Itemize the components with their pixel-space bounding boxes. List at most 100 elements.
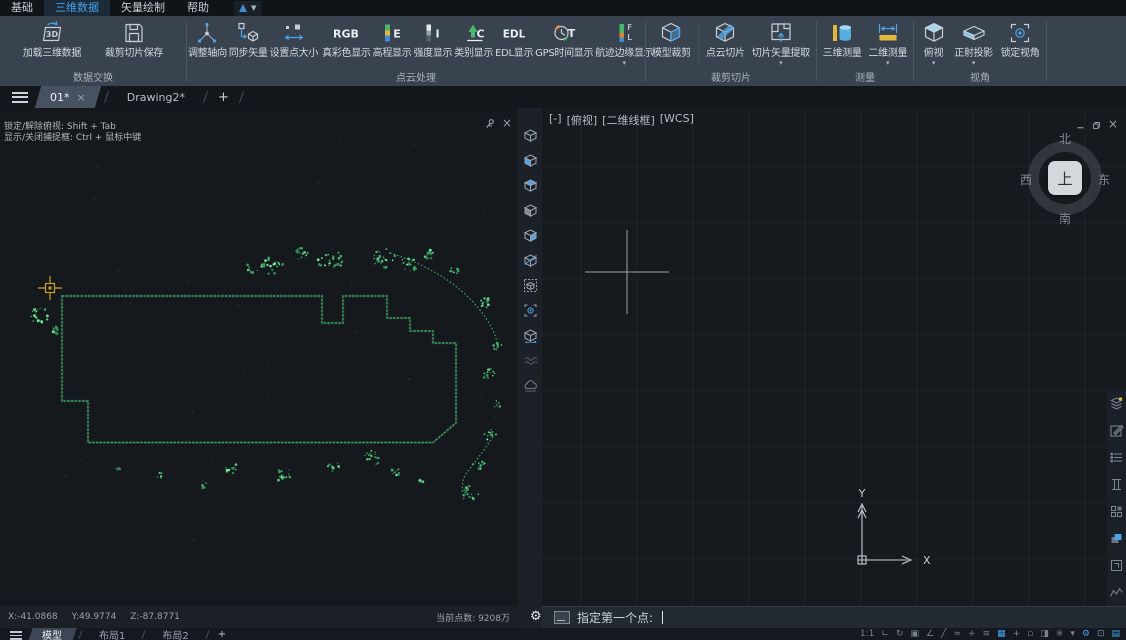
edl-icon: EDL	[501, 18, 527, 48]
ribbon-button[interactable]: 锁定视角	[1000, 18, 1041, 72]
view-compass[interactable]: 北 南 西 东 上	[1019, 132, 1111, 224]
chevron-down-icon[interactable]: ▾	[623, 60, 627, 67]
close-icon[interactable]: ×	[1108, 120, 1118, 129]
pointcloud-canvas[interactable]	[0, 108, 518, 606]
chevron-down-icon[interactable]: ▾	[932, 60, 936, 67]
polyline-wave-icon[interactable]	[1109, 585, 1124, 604]
ribbon-button[interactable]: 俯视▾	[920, 18, 948, 72]
menu-item-2[interactable]: 三维数据	[44, 0, 110, 16]
object-group-icon[interactable]	[1109, 504, 1124, 523]
minimize-icon[interactable]	[1076, 115, 1085, 134]
ribbon-button[interactable]: 切片矢量提取▾	[751, 18, 811, 72]
compass-east[interactable]: 东	[1097, 171, 1111, 188]
new-tab-button[interactable]: +	[218, 90, 229, 105]
layer-stack-icon[interactable]	[1109, 531, 1124, 550]
ribbon-button[interactable]: E高程显示	[372, 18, 413, 72]
ribbon-button[interactable]: TGPS时间显示	[534, 18, 594, 72]
command-bar[interactable]: 指定第一个点:	[542, 606, 1126, 628]
document-tab-2[interactable]: Drawing2*	[115, 86, 197, 108]
smooth-lines-icon[interactable]: ≈	[953, 628, 961, 640]
layer-properties-icon[interactable]	[1109, 396, 1124, 415]
mini-cube-icon[interactable]	[523, 278, 538, 297]
compass-up-face[interactable]: 上	[1048, 161, 1082, 195]
ribbon-button[interactable]: 同步矢量	[228, 18, 269, 72]
boxed-dot-icon[interactable]: ⊡	[1097, 628, 1105, 640]
group-mark-icon[interactable]: ※	[1056, 628, 1064, 640]
layout-menu-icon[interactable]	[10, 631, 22, 640]
dropdown-arrow-icon[interactable]: ▾	[1070, 628, 1075, 640]
quick-access-dropdown[interactable]: ▼	[234, 1, 261, 16]
rotate-view-icon[interactable]	[523, 328, 538, 347]
iso-cube-icon[interactable]	[523, 128, 538, 147]
plot-grid-icon[interactable]: ▤	[1111, 628, 1120, 640]
ribbon-button[interactable]: 正射投影▾	[953, 18, 994, 72]
pin-icon[interactable]	[484, 114, 495, 133]
viewport-header-control-2[interactable]: [俯视]	[567, 112, 598, 128]
grid-display-icon[interactable]: ▣	[910, 628, 919, 640]
ribbon-button[interactable]: 设置点大小	[269, 18, 320, 72]
menu-item-4[interactable]: 帮助	[176, 0, 220, 16]
ribbon-button[interactable]: 模型裁剪	[651, 18, 692, 72]
compass-west[interactable]: 西	[1019, 171, 1033, 188]
half-shade-icon[interactable]: ◨	[1040, 628, 1049, 640]
snap-add-icon[interactable]: +	[968, 628, 976, 640]
compass-north[interactable]: 北	[1058, 130, 1072, 147]
menu-item-3[interactable]: 矢量绘制	[110, 0, 176, 16]
block-insert-icon[interactable]	[1109, 558, 1124, 577]
wave-lines-icon[interactable]	[523, 353, 538, 372]
viewport-header-control-4[interactable]: [WCS]	[660, 112, 694, 128]
chevron-down-icon[interactable]: ▾	[972, 60, 976, 67]
right-face-cube-icon[interactable]	[523, 228, 538, 247]
view-add-icon[interactable]: +	[1013, 628, 1021, 640]
status-icons: 1:1 ∟ ↻ ▣ ∠ ╱ ≈ + ≡ ▦ + ▫ ◨ ※ ▾ ⚙ ⊡ ▤	[860, 628, 1126, 640]
front-face-cube-icon[interactable]	[523, 153, 538, 172]
drawing-viewport[interactable]: [-][俯视][二维线框][WCS] × YX 北 南 西 东 上 指定第一个点…	[542, 108, 1126, 628]
compass-south[interactable]: 南	[1058, 210, 1072, 227]
ortho-corner-icon[interactable]: ∟	[881, 628, 889, 640]
ribbon-button[interactable]: 三维测量	[822, 18, 863, 72]
close-icon[interactable]: ×	[77, 91, 86, 104]
viewport-header-control-3[interactable]: [二维线框]	[602, 112, 655, 128]
viewport-header-control-1[interactable]: [-]	[549, 112, 562, 128]
close-icon[interactable]: ×	[502, 118, 512, 129]
layout-tab-3[interactable]: 布局2	[150, 628, 200, 640]
gear-icon[interactable]: ⚙	[530, 609, 542, 625]
ribbon-button-label: 三维测量	[823, 48, 862, 60]
ribbon-button[interactable]: 二维测量▾	[867, 18, 908, 72]
ribbon-button[interactable]: 调整轴向	[187, 18, 228, 72]
ribbon-button[interactable]: 裁剪切片保存	[104, 18, 164, 72]
layout-tab-1[interactable]: 模型	[30, 628, 74, 640]
refresh-icon[interactable]: ↻	[896, 628, 904, 640]
monitor-display-icon[interactable]: ▦	[997, 628, 1006, 640]
feature-list-icon[interactable]	[1109, 450, 1124, 469]
settings-gear-icon[interactable]: ⚙	[1082, 628, 1090, 640]
layout-tab-2[interactable]: 布局1	[87, 628, 137, 640]
left-face-cube-icon[interactable]	[523, 203, 538, 222]
restore-icon[interactable]	[1092, 115, 1101, 134]
document-tab-1[interactable]: 01*×	[38, 86, 98, 108]
isoline-icon[interactable]: ╱	[941, 628, 946, 640]
lineweight-icon[interactable]: ≡	[983, 628, 991, 640]
menu-item-1[interactable]: 基础	[0, 0, 44, 16]
chevron-down-icon[interactable]: ▾	[779, 60, 783, 67]
polar-angle-icon[interactable]: ∠	[926, 628, 934, 640]
section-cloud-icon[interactable]	[523, 378, 538, 397]
ribbon-button[interactable]: I强度显示	[412, 18, 453, 72]
ribbon-button[interactable]: RGB真彩色显示	[321, 18, 372, 72]
scale-ratio-icon[interactable]: 1:1	[860, 628, 874, 640]
ribbon-button[interactable]: C类别显示	[453, 18, 494, 72]
slice-cube-icon[interactable]	[523, 253, 538, 272]
column-section-icon[interactable]	[1109, 477, 1124, 496]
file-menu-icon[interactable]	[12, 92, 28, 103]
view-eye-icon[interactable]	[523, 303, 538, 322]
quick-properties-icon[interactable]: ▫	[1027, 628, 1033, 640]
ribbon-button[interactable]: 点云切片	[705, 18, 746, 72]
edit-plan-icon[interactable]	[1109, 423, 1124, 442]
new-layout-button[interactable]: +	[218, 628, 226, 640]
chevron-down-icon[interactable]: ▾	[886, 60, 890, 67]
ribbon-button[interactable]: EDLEDL显示	[494, 18, 534, 72]
svg-text:X: X	[923, 554, 931, 567]
top-face-cube-icon[interactable]	[523, 178, 538, 197]
pointcloud-viewport[interactable]: 锁定/解除俯视: Shift + Tab 显示/关闭捕捉框: Ctrl + 鼠标…	[0, 108, 518, 628]
ribbon-button[interactable]: 3D加载三维数据	[22, 18, 82, 72]
